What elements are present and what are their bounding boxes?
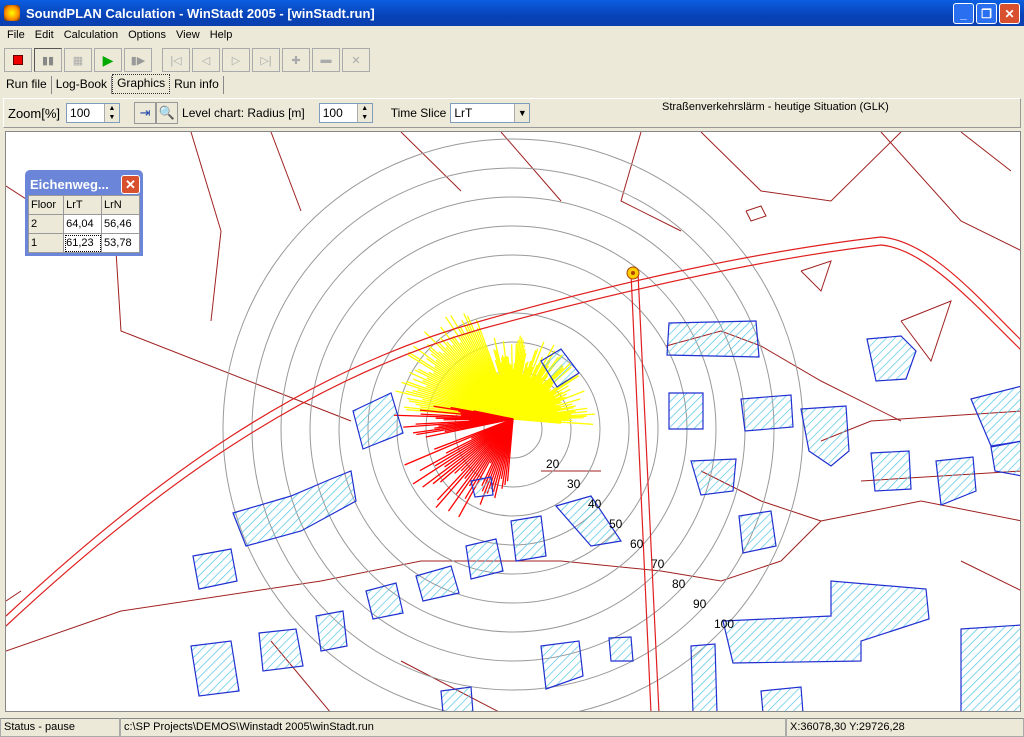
remove-icon: ▬ xyxy=(320,54,332,66)
close-button[interactable]: ✕ xyxy=(999,3,1020,24)
table-header-row: Floor LrT LrN xyxy=(27,195,140,215)
menu-file[interactable]: File xyxy=(2,29,30,41)
play-button[interactable]: ▶ xyxy=(94,48,122,72)
ring-label: 100 xyxy=(714,617,734,631)
last-button[interactable]: ▷| xyxy=(252,48,280,72)
first-icon: |◁ xyxy=(170,54,182,67)
lrn-cell: 53,78 xyxy=(101,233,140,253)
remove-button[interactable]: ▬ xyxy=(312,48,340,72)
tab-run-info[interactable]: Run info xyxy=(170,76,224,94)
prev-icon: ◁ xyxy=(201,54,211,67)
prev-button[interactable]: ◁ xyxy=(192,48,220,72)
ring-label: 60 xyxy=(630,537,644,551)
play-icon: ▶ xyxy=(102,51,114,68)
magnifier-icon: 🔍 xyxy=(158,105,176,120)
zoom-label: Zoom[%] xyxy=(8,105,61,121)
pause-icon: ▮▮ xyxy=(41,54,55,67)
cancel-icon: ✕ xyxy=(351,54,361,67)
ring-label: 30 xyxy=(567,477,581,491)
popup-close-button[interactable]: ✕ xyxy=(121,174,140,194)
lrn-cell: 56,46 xyxy=(101,214,140,234)
menu-help[interactable]: Help xyxy=(205,29,238,41)
lrt-cell: 61,23 xyxy=(63,233,103,253)
stop-button[interactable] xyxy=(4,48,32,72)
graphics-options-bar: Zoom[%] 100 ▲ ▼ ⇥ 🔍 Level chart: Radius [m… xyxy=(3,98,1021,128)
col-lrt: LrT xyxy=(63,195,103,215)
col-lrn: LrN xyxy=(101,195,140,215)
col-floor: Floor xyxy=(27,195,65,215)
status-coords: X:36078,30 Y:29726,28 xyxy=(786,718,1024,737)
tab-log-book[interactable]: Log-Book xyxy=(52,76,113,94)
calc-button[interactable]: ▦ xyxy=(64,48,92,72)
roads xyxy=(6,236,1020,711)
time-slice-label: Time Slice xyxy=(390,106,447,120)
source-marker xyxy=(626,266,640,280)
minimize-button[interactable]: _ xyxy=(953,3,974,24)
add-icon: ✚ xyxy=(291,54,301,67)
zoom-spinner[interactable]: 100 ▲ ▼ xyxy=(66,103,121,123)
buildings xyxy=(190,320,1020,711)
last-icon: ▷| xyxy=(260,54,272,67)
window-title: SoundPLAN Calculation - WinStadt 2005 - … xyxy=(26,5,375,21)
table-row[interactable]: 1 61,23 53,78 xyxy=(27,233,140,253)
radius-spinner[interactable]: 100 ▲ ▼ xyxy=(318,103,373,123)
receiver-levels-table: Floor LrT LrN 2 64,04 56,46 1 61,23 53,7… xyxy=(27,195,140,253)
menu-bar: File Edit Calculation Options View Help xyxy=(0,26,1024,44)
floor-cell: 2 xyxy=(27,214,65,234)
tab-graphics[interactable]: Graphics xyxy=(112,74,171,94)
cancel-button[interactable]: ✕ xyxy=(342,48,370,72)
status-state: Status - pause xyxy=(0,718,120,737)
popup-title: Eichenweg... xyxy=(30,176,109,192)
ring-label: 40 xyxy=(588,497,602,511)
step-icon: ▮▶ xyxy=(130,54,146,67)
dropdown-arrow-icon[interactable]: ▼ xyxy=(514,104,530,122)
menu-options[interactable]: Options xyxy=(123,29,171,41)
radius-value: 100 xyxy=(322,106,343,120)
calc-icon: ▦ xyxy=(72,54,84,67)
map-svg: 20 30 40 50 60 70 80 90 100 xyxy=(6,132,1020,711)
restore-button[interactable]: ❐ xyxy=(976,3,997,24)
ring-label: 90 xyxy=(693,597,707,611)
status-file: c:\SP Projects\DEMOS\Winstadt 2005\winSt… xyxy=(120,718,786,737)
first-button[interactable]: |◁ xyxy=(162,48,190,72)
level-chart-label: Level chart: Radius [m] xyxy=(182,106,305,120)
time-slice-value: LrT xyxy=(454,106,473,120)
map-canvas[interactable]: 20 30 40 50 60 70 80 90 100 xyxy=(5,131,1021,712)
ring-label: 70 xyxy=(651,557,665,571)
receiver-popup[interactable]: Eichenweg... ✕ Floor LrT LrN 2 64,04 56,4… xyxy=(25,170,143,256)
lrt-cell: 64,04 xyxy=(63,214,103,234)
zoom-value: 100 xyxy=(70,106,91,120)
spin-arrows-icon[interactable]: ▲ ▼ xyxy=(104,104,120,122)
stop-icon xyxy=(13,55,23,65)
next-button[interactable]: ▷ xyxy=(222,48,250,72)
ring-label: 20 xyxy=(546,457,560,471)
add-button[interactable]: ✚ xyxy=(282,48,310,72)
menu-calculation[interactable]: Calculation xyxy=(59,29,123,41)
zoom-fit-button[interactable]: ⇥ xyxy=(134,102,157,124)
status-bar: Status - pause c:\SP Projects\DEMOS\Wins… xyxy=(0,718,1024,737)
zoom-fit-icon: ⇥ xyxy=(139,105,151,120)
title-bar: SoundPLAN Calculation - WinStadt 2005 - … xyxy=(0,0,1024,26)
magnifier-button[interactable]: 🔍 xyxy=(156,102,179,124)
next-icon: ▷ xyxy=(231,54,241,67)
floor-cell: 1 xyxy=(27,233,65,253)
spin-arrows-icon[interactable]: ▲ ▼ xyxy=(356,104,372,122)
time-slice-select[interactable]: LrT ▼ xyxy=(450,103,531,123)
ring-label: 50 xyxy=(609,517,623,531)
step-button[interactable]: ▮▶ xyxy=(124,48,152,72)
pause-button[interactable]: ▮▮ xyxy=(34,48,62,72)
toolbar: ▮▮ ▦ ▶ ▮▶ |◁ ◁ ▷ ▷| ✚ ▬ ✕ xyxy=(4,46,370,74)
app-icon xyxy=(4,5,20,21)
menu-edit[interactable]: Edit xyxy=(30,29,59,41)
menu-view[interactable]: View xyxy=(171,29,205,41)
tab-bar: Run file Log-Book Graphics Run info xyxy=(2,74,224,94)
ring-label: 80 xyxy=(672,577,686,591)
scenario-title: Straßenverkehrslärm - heutige Situation … xyxy=(662,101,889,113)
tab-run-file[interactable]: Run file xyxy=(2,76,52,94)
table-row[interactable]: 2 64,04 56,46 xyxy=(27,214,140,234)
